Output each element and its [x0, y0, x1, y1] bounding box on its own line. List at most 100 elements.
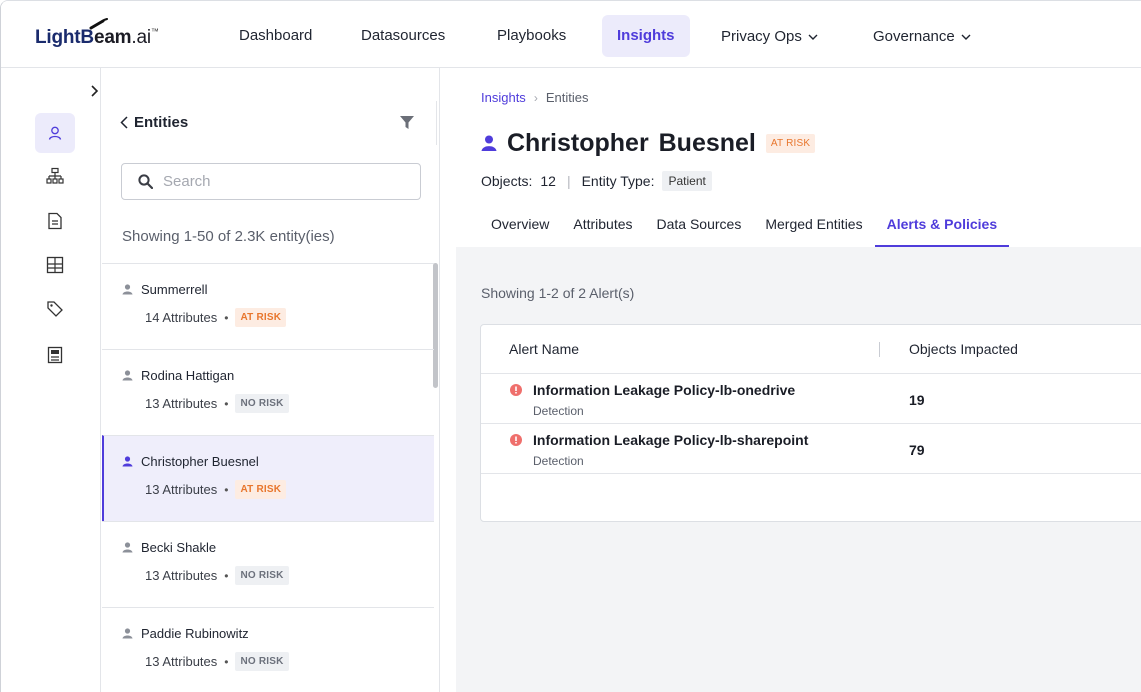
nav-governance[interactable]: Governance: [858, 15, 986, 57]
tab-overview[interactable]: Overview: [479, 210, 561, 247]
panel-divider: [436, 101, 437, 145]
alert-name[interactable]: Information Leakage Policy-lb-sharepoint: [533, 432, 808, 448]
alert-name[interactable]: Information Leakage Policy-lb-onedrive: [533, 382, 795, 398]
nav-dashboard[interactable]: Dashboard: [224, 15, 327, 57]
entity-type-chip: Patient: [662, 171, 712, 191]
entity-list-item-selected[interactable]: Christopher Buesnel 13 Attributes • AT R…: [102, 435, 434, 521]
lightbeam-logo[interactable]: LightBeam.ai™: [35, 27, 159, 51]
tab-data-sources[interactable]: Data Sources: [645, 210, 754, 247]
entity-name: Paddie Rubinowitz: [141, 626, 249, 641]
entity-list-item[interactable]: Rodina Hattigan 13 Attributes • NO RISK: [102, 349, 434, 435]
entity-detail: Insights › Entities Christopher Buesnel …: [441, 68, 1141, 692]
expand-rail-chevron-icon[interactable]: [91, 84, 99, 100]
table-icon: [46, 256, 64, 274]
objects-label: Objects:: [481, 173, 533, 189]
entity-header: Christopher Buesnel AT RISK: [481, 129, 816, 158]
alerts-content: Showing 1-2 of 2 Alert(s) Alert Name Obj…: [456, 247, 1141, 692]
report-icon: [47, 346, 63, 364]
entity-type-label: Entity Type:: [581, 173, 655, 189]
separator-dot: •: [224, 654, 229, 669]
chevron-down-icon: [961, 15, 971, 57]
entity-attributes: 13 Attributes: [145, 568, 218, 583]
entity-list-item[interactable]: Becki Shakle 13 Attributes • NO RISK: [102, 521, 434, 607]
icon-rail: [1, 68, 101, 692]
objects-impacted-value: 19: [909, 392, 925, 408]
rail-documents-button[interactable]: [35, 201, 75, 241]
entity-name: Christopher Buesnel: [141, 454, 259, 469]
risk-badge: NO RISK: [235, 566, 289, 585]
column-divider: [879, 342, 880, 357]
nav-datasources[interactable]: Datasources: [346, 15, 460, 57]
tab-merged-entities[interactable]: Merged Entities: [753, 210, 874, 247]
rail-reports-button[interactable]: [35, 335, 75, 375]
entity-attributes: 13 Attributes: [145, 654, 218, 669]
page-title: Christopher Buesnel: [507, 129, 756, 157]
person-icon: [122, 628, 133, 639]
filter-icon[interactable]: [400, 116, 414, 132]
table-row[interactable]: Information Leakage Policy-lb-onedrive D…: [481, 374, 1141, 423]
column-header-alert-name[interactable]: Alert Name: [509, 325, 579, 373]
entity-attributes: 14 Attributes: [145, 310, 218, 325]
objects-value: 12: [540, 173, 556, 189]
person-icon: [122, 456, 133, 467]
risk-badge: NO RISK: [235, 394, 289, 413]
alert-warning-icon: [510, 434, 522, 446]
search-icon: [138, 174, 153, 189]
breadcrumb: Insights › Entities: [481, 90, 588, 105]
entity-name: Rodina Hattigan: [141, 368, 235, 383]
meta-separator: |: [566, 173, 571, 189]
entity-list-item[interactable]: Summerrell 14 Attributes • AT RISK: [102, 263, 434, 349]
app-window: LightBeam.ai™ Dashboard Datasources Play…: [0, 0, 1141, 692]
alert-type: Detection: [533, 454, 584, 468]
entities-title: Entities: [134, 114, 189, 131]
rail-entities-button[interactable]: [35, 113, 75, 153]
person-icon: [481, 135, 497, 151]
rail-tags-button[interactable]: [35, 289, 75, 329]
chevron-left-icon: [120, 116, 128, 129]
alert-type: Detection: [533, 404, 584, 418]
table-row[interactable]: Information Leakage Policy-lb-sharepoint…: [481, 424, 1141, 473]
rail-tables-button[interactable]: [35, 245, 75, 285]
person-icon: [122, 370, 133, 381]
entity-count-text: Showing 1-50 of 2.3K entity(ies): [122, 228, 335, 245]
tab-alerts-policies[interactable]: Alerts & Policies: [874, 210, 1010, 247]
separator-dot: •: [224, 482, 229, 497]
risk-badge: AT RISK: [765, 134, 816, 153]
column-header-objects-impacted[interactable]: Objects Impacted: [909, 325, 1018, 373]
separator-dot: •: [224, 310, 229, 325]
entity-name: Becki Shakle: [141, 540, 217, 555]
entity-attributes: 13 Attributes: [145, 396, 218, 411]
logo-beam-icon: [89, 18, 108, 30]
entity-search-input[interactable]: [163, 173, 403, 190]
rail-hierarchy-button[interactable]: [35, 156, 75, 196]
tab-attributes[interactable]: Attributes: [561, 210, 644, 247]
table-divider: [481, 473, 1141, 474]
objects-impacted-value: 79: [909, 442, 925, 458]
breadcrumb-current: Entities: [545, 90, 589, 105]
alert-warning-icon: [510, 384, 522, 396]
entity-search-box[interactable]: [121, 163, 421, 200]
chevron-down-icon: [808, 15, 818, 57]
alerts-table: Alert Name Objects Impacted Information …: [480, 324, 1141, 522]
document-icon: [48, 212, 62, 230]
nav-playbooks[interactable]: Playbooks: [482, 15, 581, 57]
separator-dot: •: [224, 396, 229, 411]
entity-attributes: 13 Attributes: [145, 482, 218, 497]
tag-icon: [47, 301, 63, 317]
nav-insights[interactable]: Insights: [602, 15, 690, 57]
entities-back-button[interactable]: Entities: [120, 114, 188, 131]
separator-dot: •: [224, 568, 229, 583]
entity-meta: Objects: 12 | Entity Type: Patient: [481, 171, 712, 191]
entity-list-item[interactable]: Paddie Rubinowitz 13 Attributes • NO RIS…: [102, 607, 434, 692]
nav-privacy-ops[interactable]: Privacy Ops: [706, 15, 833, 57]
chevron-right-icon: ›: [533, 90, 538, 105]
entity-name: Summerrell: [141, 282, 208, 297]
breadcrumb-insights-link[interactable]: Insights: [481, 90, 526, 105]
entity-list-panel: Entities Showing 1-50 of 2.3K entity(ies…: [102, 68, 440, 692]
person-icon: [122, 284, 133, 295]
hierarchy-icon: [46, 167, 64, 184]
person-icon: [122, 542, 133, 553]
detail-tabs: Overview Attributes Data Sources Merged …: [479, 210, 1010, 247]
risk-badge: AT RISK: [235, 480, 287, 499]
user-icon: [48, 126, 62, 140]
